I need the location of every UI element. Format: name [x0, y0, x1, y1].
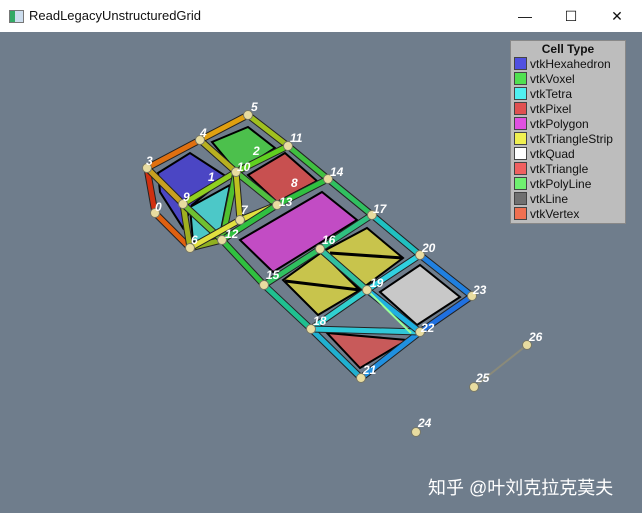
- legend-swatch: [514, 147, 527, 160]
- legend-label: vtkTetra: [530, 86, 573, 101]
- legend-swatch: [514, 87, 527, 100]
- watermark: 知乎 @叶刘克拉克莫夫: [428, 478, 614, 498]
- point-label: 1: [208, 170, 215, 184]
- legend-swatch: [514, 102, 527, 115]
- legend-label: vtkVertex: [530, 206, 580, 221]
- legend-swatch: [514, 57, 527, 70]
- legend-label: vtkPixel: [530, 101, 572, 116]
- point-label: 6: [191, 233, 198, 247]
- legend-swatch: [514, 72, 527, 85]
- legend-swatch: [514, 132, 527, 145]
- point-label: 8: [291, 176, 298, 190]
- legend-item: vtkPixel: [513, 101, 623, 116]
- point-label: 13: [279, 195, 293, 209]
- legend-swatch: [514, 207, 527, 220]
- legend-swatch: [514, 117, 527, 130]
- legend-item: vtkVertex: [513, 206, 623, 221]
- point-label: 10: [237, 160, 251, 174]
- legend-label: vtkTriangleStrip: [530, 131, 613, 146]
- legend-item: vtkHexahedron: [513, 56, 623, 71]
- legend-item: vtkTriangleStrip: [513, 131, 623, 146]
- point-label: 21: [362, 363, 377, 377]
- legend-item: vtkQuad: [513, 146, 623, 161]
- legend-swatch: [514, 192, 527, 205]
- legend-label: vtkLine: [530, 191, 569, 206]
- cell-edge: [308, 326, 423, 335]
- legend-item: vtkVoxel: [513, 71, 623, 86]
- point-label: 11: [290, 131, 303, 145]
- legend-label: vtkTriangle: [530, 161, 589, 176]
- point-label: 15: [266, 268, 280, 282]
- point-label: 22: [420, 321, 435, 335]
- point-label: 26: [528, 330, 543, 344]
- legend-label: vtkVoxel: [530, 71, 575, 86]
- point-label: 12: [225, 227, 239, 241]
- legend-item: vtkPolyLine: [513, 176, 623, 191]
- point-label: 14: [330, 165, 344, 179]
- legend-label: vtkPolyLine: [530, 176, 592, 191]
- legend-label: vtkPolygon: [530, 116, 589, 131]
- legend-swatch: [514, 162, 527, 175]
- point-label: 0: [155, 200, 162, 214]
- point-label: 24: [417, 416, 432, 430]
- point-label: 23: [472, 283, 487, 297]
- point-label: 20: [421, 241, 436, 255]
- legend-item: vtkTetra: [513, 86, 623, 101]
- point-label: 3: [146, 154, 153, 168]
- point-label: 2: [252, 144, 260, 158]
- point-label: 19: [370, 276, 384, 290]
- point-label: 18: [313, 314, 327, 328]
- legend-swatch: [514, 177, 527, 190]
- cell-type-legend: Cell Type vtkHexahedron vtkVoxel vtkTetra v…: [510, 40, 626, 224]
- point-label: 16: [322, 233, 336, 247]
- point-label: 25: [475, 371, 490, 385]
- legend-item: vtkPolygon: [513, 116, 623, 131]
- legend-title: Cell Type: [541, 42, 595, 56]
- legend-label: vtkHexahedron: [530, 56, 611, 71]
- point-label: 4: [199, 126, 207, 140]
- point-label: 17: [373, 202, 388, 216]
- legend-item: vtkLine: [513, 191, 623, 206]
- legend-label: vtkQuad: [530, 146, 575, 161]
- legend-item: vtkTriangle: [513, 161, 623, 176]
- point-label: 9: [183, 190, 190, 204]
- point-label: 5: [251, 100, 258, 114]
